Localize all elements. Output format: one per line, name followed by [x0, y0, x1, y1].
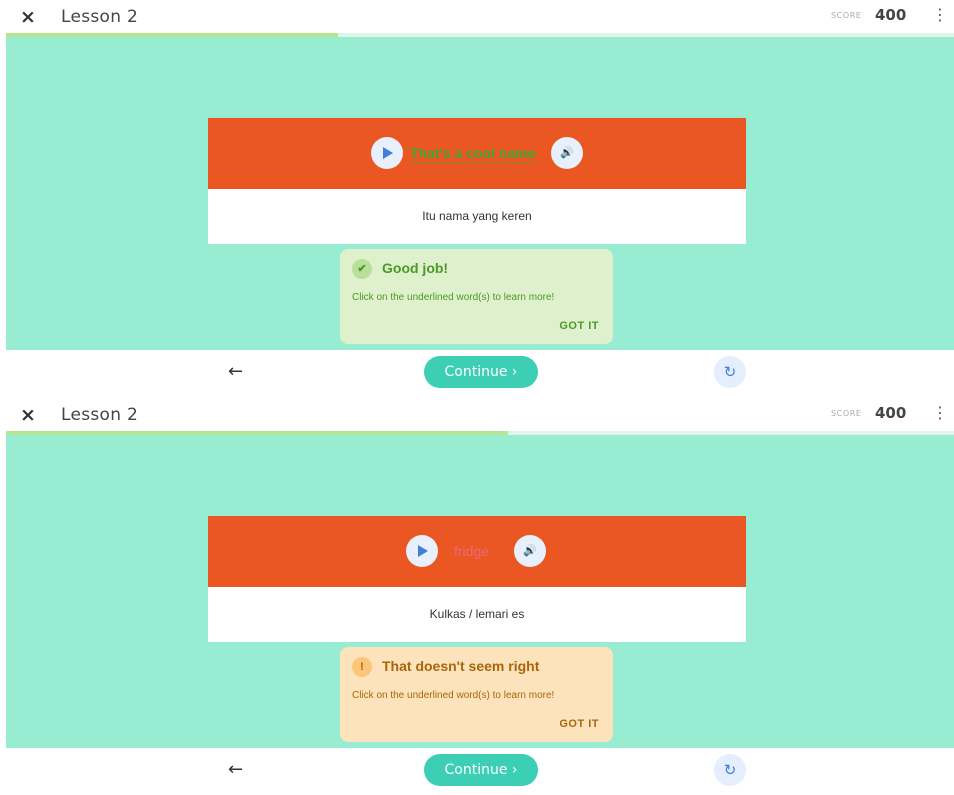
- play-icon: [418, 545, 428, 557]
- top-bar: × Lesson 2 SCORE 400 ⋮: [0, 0, 954, 34]
- back-arrow-icon[interactable]: ←: [228, 361, 243, 383]
- continue-button[interactable]: Continue ›: [424, 356, 538, 388]
- score-label: SCORE: [831, 11, 862, 20]
- speaker-icon: 🔊: [560, 146, 574, 159]
- translation-card: Kulkas / lemari es: [208, 587, 746, 642]
- feedback-popup: ! That doesn't seem right Click on the u…: [340, 647, 613, 742]
- lesson-title: Lesson 2: [61, 7, 139, 27]
- close-icon[interactable]: ×: [20, 403, 36, 427]
- close-icon[interactable]: ×: [20, 5, 36, 29]
- play-button[interactable]: [406, 535, 438, 567]
- continue-button[interactable]: Continue ›: [424, 754, 538, 786]
- feedback-title: That doesn't seem right: [382, 658, 540, 674]
- top-bar: × Lesson 2 SCORE 400 ⋮: [0, 398, 954, 432]
- phrase-card: fridge 🔊: [208, 516, 746, 587]
- lesson-title: Lesson 2: [61, 405, 139, 425]
- back-arrow-icon[interactable]: ←: [228, 759, 243, 781]
- score-value: 400: [875, 404, 907, 422]
- lesson-screen-correct: × Lesson 2 SCORE 400 ⋮ That's a cool nam…: [0, 0, 954, 397]
- lesson-screen-incorrect: × Lesson 2 SCORE 400 ⋮ fridge 🔊 Kulkas /…: [0, 398, 954, 795]
- phrase-text[interactable]: fridge: [454, 542, 489, 560]
- feedback-title: Good job!: [382, 260, 449, 276]
- reset-icon[interactable]: ↻: [714, 754, 746, 786]
- warning-icon: !: [352, 657, 372, 677]
- speaker-icon: 🔊: [523, 544, 537, 557]
- got-it-button[interactable]: GOT IT: [559, 717, 599, 731]
- phrase-card: That's a cool name 🔊: [208, 118, 746, 189]
- reset-icon[interactable]: ↻: [714, 356, 746, 388]
- score-value: 400: [875, 6, 907, 24]
- feedback-message: Click on the underlined word(s) to learn…: [352, 690, 555, 701]
- check-icon: ✔: [352, 259, 372, 279]
- translation-card: Itu nama yang keren: [208, 189, 746, 244]
- play-button[interactable]: [371, 137, 403, 169]
- translation-text: Kulkas / lemari es: [429, 607, 525, 621]
- more-menu-icon[interactable]: ⋮: [932, 403, 948, 423]
- more-menu-icon[interactable]: ⋮: [932, 5, 948, 25]
- feedback-popup: ✔ Good job! Click on the underlined word…: [340, 249, 613, 344]
- score-label: SCORE: [831, 409, 862, 418]
- feedback-message: Click on the underlined word(s) to learn…: [352, 292, 555, 303]
- phrase-text[interactable]: That's a cool name: [410, 144, 536, 163]
- play-icon: [383, 147, 393, 159]
- audio-button[interactable]: 🔊: [514, 535, 546, 567]
- audio-button[interactable]: 🔊: [551, 137, 583, 169]
- translation-text: Itu nama yang keren: [422, 209, 532, 223]
- got-it-button[interactable]: GOT IT: [559, 319, 599, 333]
